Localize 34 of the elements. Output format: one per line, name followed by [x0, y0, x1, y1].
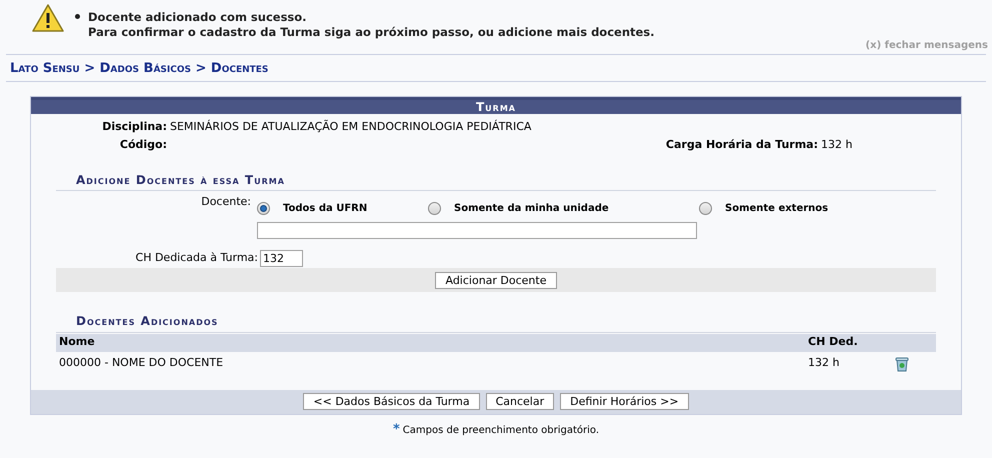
radio-label: Todos da UFRN: [283, 202, 368, 216]
radio-label: Somente da minha unidade: [454, 202, 609, 216]
message-text: Para confirmar o cadastro da Turma siga ao próximo passo, ou adicione mais docentes.: [88, 25, 655, 40]
section-title: Adicione Docentes à essa Turma: [76, 172, 285, 186]
field-label: Código:: [118, 136, 168, 152]
form-title: Turma: [31, 96, 961, 114]
radio-label: Somente externos: [725, 202, 828, 216]
required-mark: *: [392, 425, 400, 435]
breadcrumb: Lato Sensu > Dados Básicos > Docentes: [10, 61, 268, 76]
field-value: 132 h: [821, 136, 854, 152]
docente-search-field[interactable]: [257, 222, 697, 239]
radio-button[interactable]: [257, 202, 270, 214]
trash-icon[interactable]: [894, 356, 910, 372]
field-label: Carga Horária da Turma:: [666, 136, 819, 152]
section-title: Docentes Adicionados: [76, 314, 218, 328]
table-cell-text: 132 h: [808, 355, 840, 372]
form-button[interactable]: Definir Horários >>: [560, 393, 689, 410]
ch-field[interactable]: 132: [260, 250, 303, 266]
field-label: CH Dedicada à Turma:: [134, 250, 259, 266]
warning-icon: [32, 4, 64, 32]
footnote-text: Campos de preenchimento obrigatório.: [402, 424, 600, 438]
column-header: Nome: [58, 334, 96, 350]
form-button[interactable]: << Dados Básicos da Turma: [303, 393, 480, 410]
field-label: Docente:: [200, 194, 252, 210]
table-cell-text: 000000 - NOME DO DOCENTE: [58, 355, 224, 372]
radio-button[interactable]: [699, 202, 712, 214]
field-label: Disciplina:: [101, 118, 168, 134]
field-value: SEMINÁRIOS DE ATUALIZAÇÃO EM ENDOCRINOLOGIA PEDIÁTRICA: [170, 118, 532, 134]
message-text: Docente adicionado com sucesso.: [88, 10, 307, 25]
radio-button[interactable]: [428, 202, 441, 214]
bullet-icon: [75, 14, 80, 19]
column-header: CH Ded.: [808, 334, 858, 350]
add-docente-button[interactable]: Adicionar Docente: [435, 272, 556, 288]
form-button[interactable]: Cancelar: [486, 393, 554, 410]
